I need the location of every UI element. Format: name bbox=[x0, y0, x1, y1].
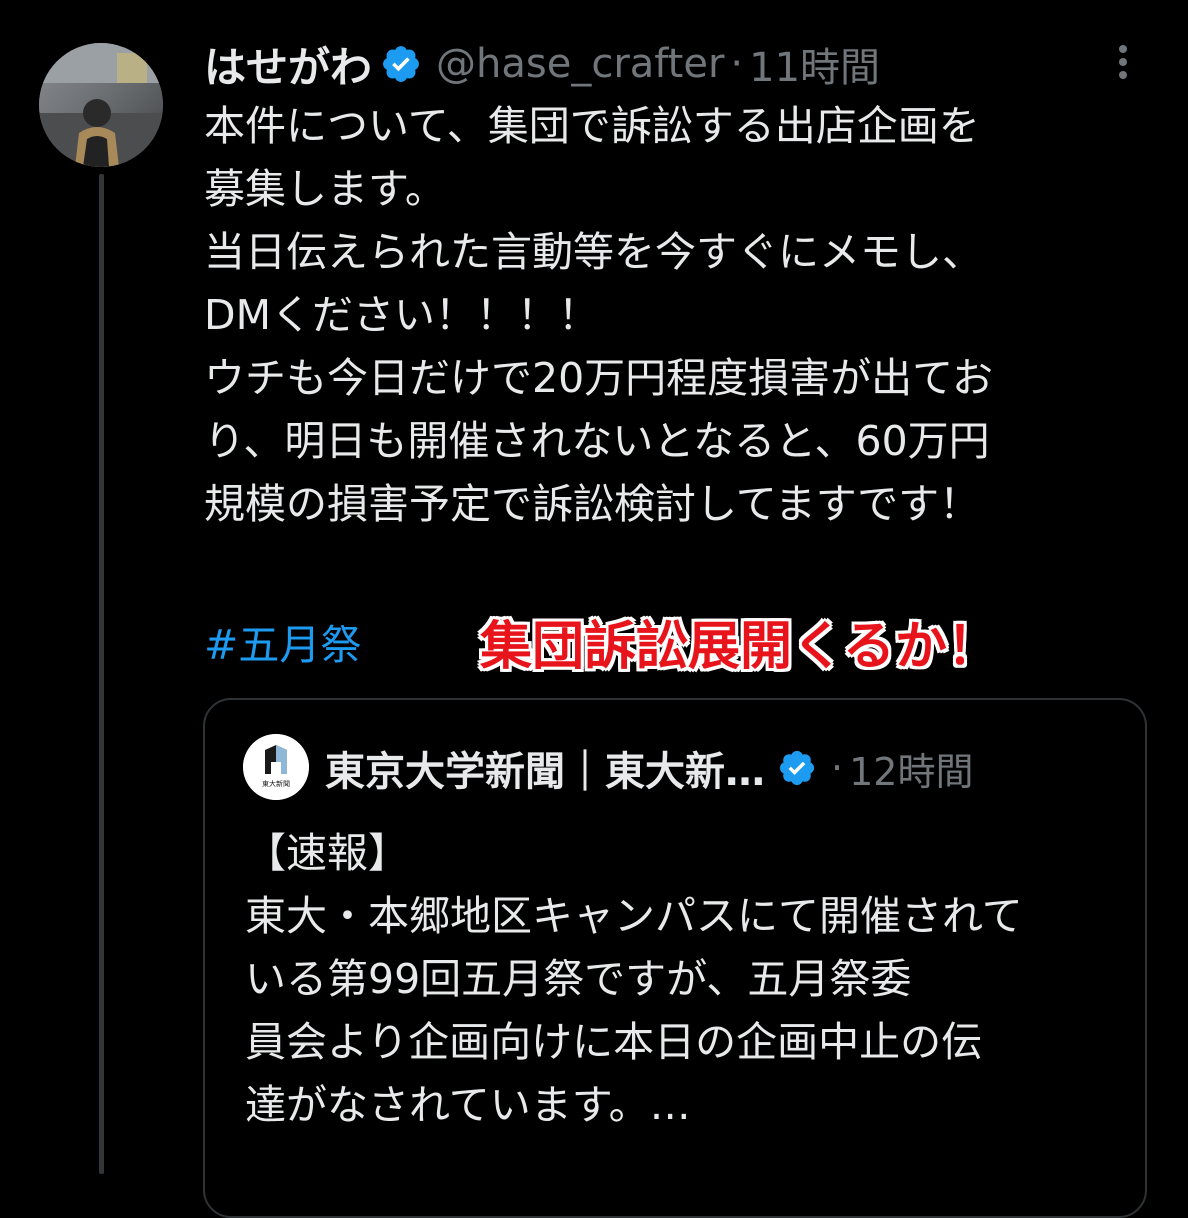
verified-badge-icon[interactable] bbox=[380, 43, 422, 85]
overlay-caption: 集団訴訟展開くるか！ bbox=[480, 617, 999, 677]
more-options-icon[interactable] bbox=[1108, 42, 1138, 82]
thread-connector-line bbox=[99, 174, 104, 1174]
quoted-timestamp[interactable]: 12時間 bbox=[849, 741, 973, 796]
user-avatar[interactable] bbox=[39, 43, 163, 167]
tweet-body-line: 規模の損害予定で訴訟検討してますです！ bbox=[204, 480, 981, 528]
quoted-body-line: 東大・本郷地区キャンパスにて開催されて bbox=[245, 892, 1023, 940]
tweet-body-line: り、明日も開催されないとなると、60万円 bbox=[204, 417, 990, 465]
tweet-body: 本件について、集団で訴訟する出店企画を 募集します。 当日伝えられた言動等を今す… bbox=[204, 95, 1154, 536]
tweet-body-line: 本件について、集団で訴訟する出店企画を bbox=[204, 102, 980, 150]
hashtag-link[interactable]: #五月祭 bbox=[204, 614, 361, 677]
quoted-body-line: 【速報】 bbox=[245, 829, 409, 877]
header-separator: · bbox=[831, 746, 844, 790]
quoted-tweet-card[interactable]: 東大新聞 東京大学新聞｜東大新… · 12時間 【速報】 東大・本郷地区キャンパ… bbox=[203, 698, 1147, 1218]
quoted-body-line: 達がなされています。… bbox=[245, 1081, 691, 1129]
user-handle[interactable]: @hase_crafter bbox=[436, 41, 724, 87]
tweet-header: はせがわ @hase_crafter · 11時間 bbox=[204, 34, 880, 94]
tweet-article[interactable]: はせがわ @hase_crafter · 11時間 本件について、集団で訴訟する… bbox=[0, 0, 1188, 1218]
quoted-tweet-body: 【速報】 東大・本郷地区キャンパスにて開催されて いる第99回五月祭ですが、五月… bbox=[245, 822, 1125, 1137]
logo-lettering: 東大新聞 bbox=[262, 779, 290, 788]
tweet-body-line: DMください！！！！ bbox=[204, 291, 599, 339]
header-separator: · bbox=[730, 41, 744, 87]
quoted-tweet-header: 東京大学新聞｜東大新… · 12時間 bbox=[325, 736, 973, 800]
quoted-display-name[interactable]: 東京大学新聞｜東大新… bbox=[325, 739, 765, 797]
verified-badge-icon[interactable] bbox=[777, 748, 817, 788]
quoted-body-line: いる第99回五月祭ですが、五月祭委 bbox=[245, 955, 912, 1003]
tweet-body-line: ウチも今日だけで20万円程度損害が出てお bbox=[204, 354, 993, 402]
todai-shimbun-logo[interactable]: 東大新聞 bbox=[243, 734, 309, 800]
tweet-body-line: 募集します。 bbox=[204, 165, 446, 213]
quoted-body-line: 員会より企画向けに本日の企画中止の伝 bbox=[245, 1018, 983, 1066]
tweet-body-line: 当日伝えられた言動等を今すぐにメモし、 bbox=[204, 228, 983, 276]
tweet-timestamp[interactable]: 11時間 bbox=[749, 35, 880, 93]
display-name[interactable]: はせがわ bbox=[204, 34, 372, 95]
